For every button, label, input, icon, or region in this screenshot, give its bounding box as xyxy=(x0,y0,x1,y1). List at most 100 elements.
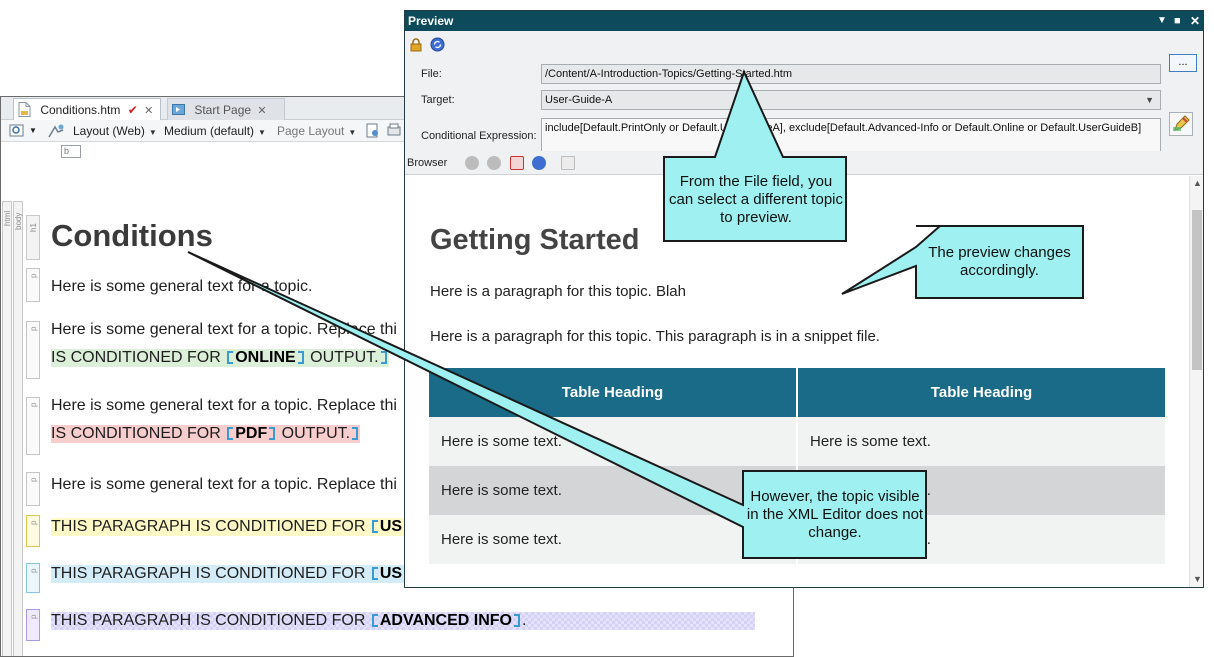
paragraph-marker[interactable]: p xyxy=(26,472,40,506)
conditioned-text-prefix: IS CONDITIONED FOR xyxy=(51,425,226,442)
conditioned-keyword: ONLINE xyxy=(235,349,296,366)
conditioned-paragraph-advanced[interactable]: THIS PARAGRAPH IS CONDITIONED FOR ADVANC… xyxy=(51,612,755,630)
print-icon[interactable] xyxy=(387,123,401,139)
editor-paragraph[interactable]: Here is some general text for a topic. xyxy=(51,278,312,296)
conditioned-text-prefix: THIS PARAGRAPH IS CONDITIONED FOR xyxy=(51,518,370,535)
table-heading: Table Heading xyxy=(797,368,1165,417)
layout-dropdown[interactable]: Layout (Web) ▼ xyxy=(73,120,157,144)
page-layout-dropdown-label: Page Layout xyxy=(277,124,345,138)
close-icon[interactable]: ✕ xyxy=(144,105,153,117)
paragraph-marker-label: p xyxy=(29,273,38,278)
chevron-down-icon[interactable]: ▼ xyxy=(1157,11,1167,31)
table-header-row: Table Heading Table Heading xyxy=(429,368,1165,417)
preview-scrollbar[interactable]: ▲ ▼ xyxy=(1189,176,1203,587)
medium-dropdown[interactable]: Medium (default) ▼ xyxy=(164,120,266,144)
conditioned-keyword: US xyxy=(379,565,403,582)
table-cell: Here is some text. xyxy=(429,417,798,466)
conditioned-keyword: PDF xyxy=(235,425,268,442)
paragraph-marker[interactable]: p xyxy=(26,397,40,455)
chevron-down-icon[interactable]: ▼ xyxy=(1193,574,1202,584)
zoom-icon[interactable] xyxy=(9,123,25,139)
tab-start-page-label: Start Page xyxy=(194,103,252,117)
target-label: Target: xyxy=(421,94,455,106)
stop-icon[interactable] xyxy=(510,156,524,170)
edit-conditions-button[interactable] xyxy=(1169,112,1193,136)
layout-dropdown-label: Layout (Web) xyxy=(73,124,145,138)
chevron-down-icon[interactable]: ▼ xyxy=(29,120,37,142)
callout-editor: However, the topic visible in the XML Ed… xyxy=(746,488,924,541)
modified-check-icon: ✔ xyxy=(127,103,138,117)
preview-paragraph: Here is a paragraph for this topic. This… xyxy=(430,328,880,345)
chevron-down-icon: ▼ xyxy=(348,128,357,137)
refresh-icon[interactable] xyxy=(430,37,445,52)
browse-file-button[interactable]: ... xyxy=(1169,54,1197,72)
structure-label-body: body xyxy=(14,212,23,230)
structure-bar-h1: h1 xyxy=(26,215,40,260)
paragraph-marker-label: p xyxy=(29,402,38,407)
tag-marker xyxy=(371,567,378,580)
close-icon[interactable]: ✕ xyxy=(257,105,266,117)
callout-preview: The preview changes accordingly. xyxy=(928,244,1071,279)
paragraph-marker[interactable]: p xyxy=(26,515,40,547)
preview-settings-panel: File: /Content/A-Introduction-Topics/Get… xyxy=(405,31,1203,159)
refresh-icon[interactable] xyxy=(532,156,546,170)
tag-chip: b xyxy=(61,145,81,158)
back-icon[interactable] xyxy=(465,156,479,170)
preview-paragraph: Here is a paragraph for this topic. Blah xyxy=(430,283,686,300)
tag-marker xyxy=(371,614,378,627)
conditioned-keyword: ADVANCED INFO xyxy=(379,612,512,629)
target-dropdown[interactable]: User-Guide-A ▼ xyxy=(541,90,1161,110)
editor-paragraph[interactable]: Here is some general text for a topic. R… xyxy=(51,476,397,494)
pencil-icon xyxy=(1173,115,1190,131)
preview-title: Preview xyxy=(408,14,454,28)
conditioned-text-suffix: . xyxy=(522,612,527,629)
layout-icon[interactable] xyxy=(47,123,65,139)
tab-start-page[interactable]: Start Page ✕ xyxy=(167,98,285,120)
file-field[interactable]: /Content/A-Introduction-Topics/Getting-S… xyxy=(541,64,1161,84)
editor-paragraph[interactable]: Here is some general text for a topic. R… xyxy=(51,321,397,339)
conditional-expression-label: Conditional Expression: xyxy=(421,130,537,142)
browser-label: Browser xyxy=(407,157,448,169)
paragraph-marker[interactable]: p xyxy=(26,321,40,379)
tab-conditions[interactable]: Conditions.htm ✔ ✕ xyxy=(13,98,161,120)
lock-icon[interactable] xyxy=(409,38,423,52)
paragraph-marker[interactable]: p xyxy=(26,268,40,302)
table-cell: Here is some text. xyxy=(797,417,1165,466)
table-row: Here is some text. Here is some text. xyxy=(429,417,1165,466)
structure-label-html: html xyxy=(3,210,12,226)
tag-marker xyxy=(297,351,304,364)
page-layout-dropdown[interactable]: Page Layout ▼ xyxy=(277,120,356,144)
table-cell: Here is some text. xyxy=(429,466,798,515)
tag-marker xyxy=(227,427,234,440)
conditioned-text-online[interactable]: IS CONDITIONED FOR ONLINE OUTPUT. xyxy=(51,349,389,367)
callout-file: From the File field, you can select a di… xyxy=(669,173,843,226)
tab-conditions-label: Conditions.htm xyxy=(40,103,121,117)
preview-icon[interactable] xyxy=(365,123,381,139)
scrollbar-thumb[interactable] xyxy=(1192,210,1202,370)
conditioned-text-prefix: IS CONDITIONED FOR xyxy=(51,349,226,366)
document-icon xyxy=(18,102,31,117)
conditional-expression-field[interactable]: include[Default.PrintOnly or Default.Use… xyxy=(541,118,1161,154)
editor-paragraph[interactable]: Here is some general text for a topic. R… xyxy=(51,397,397,415)
start-page-icon xyxy=(172,104,185,115)
paragraph-marker[interactable]: p xyxy=(26,609,40,641)
editor-topic-heading[interactable]: Conditions xyxy=(51,218,213,254)
conditioned-keyword: US xyxy=(379,518,403,535)
paragraph-marker-label: p xyxy=(29,326,38,331)
conditioned-text-prefix: THIS PARAGRAPH IS CONDITIONED FOR xyxy=(51,612,370,629)
file-label: File: xyxy=(421,68,442,80)
forward-icon[interactable] xyxy=(487,156,501,170)
chevron-up-icon[interactable]: ▲ xyxy=(1193,178,1202,188)
tag-marker xyxy=(227,351,234,364)
chevron-down-icon: ▼ xyxy=(1145,95,1154,105)
preview-topic-heading: Getting Started xyxy=(430,224,640,256)
page-icon[interactable] xyxy=(561,156,575,170)
structure-label-h1: h1 xyxy=(29,223,38,232)
conditioned-text-pdf[interactable]: IS CONDITIONED FOR PDF OUTPUT. xyxy=(51,425,361,443)
paragraph-marker-label: p xyxy=(29,568,38,573)
close-icon[interactable]: ✕ xyxy=(1190,11,1200,31)
tag-marker xyxy=(371,520,378,533)
paragraph-marker[interactable]: p xyxy=(26,563,40,593)
table-cell: Here is some text. xyxy=(429,515,798,564)
maximize-icon[interactable]: ■ xyxy=(1174,11,1181,31)
